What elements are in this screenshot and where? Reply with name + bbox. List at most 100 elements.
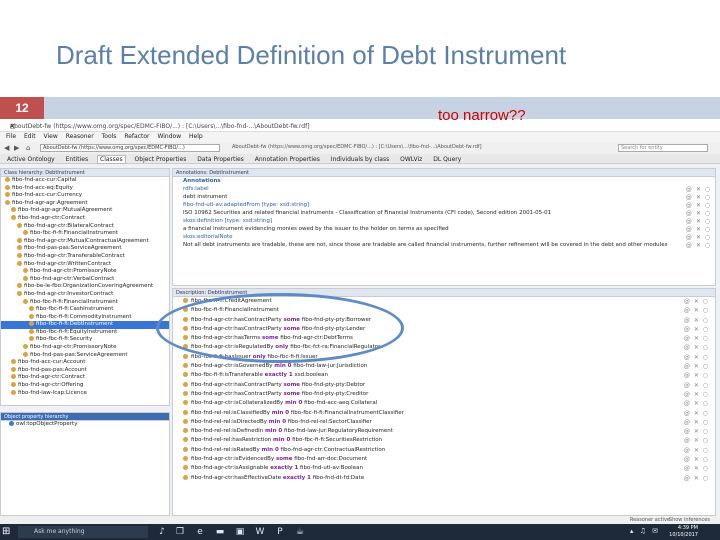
tab-entities[interactable]: Entities [64, 156, 90, 163]
edit-icons[interactable]: @ ✕ ○ [684, 427, 709, 436]
edit-icons[interactable]: @ ✕ ○ [684, 371, 709, 380]
axiom-row[interactable]: fibo-fnd-agr-ctr:isAssignable exactly 1 … [173, 464, 715, 473]
tab-annotation-properties[interactable]: Annotation Properties [253, 156, 322, 163]
tree-item[interactable]: fibo-fnd-agr-ctr:WrittenContract [1, 260, 169, 269]
task-view-icon[interactable]: ❐ [174, 526, 186, 538]
menu-tools[interactable]: Tools [102, 133, 117, 140]
edit-icons[interactable]: @ ✕ ○ [684, 362, 709, 371]
menu-reasoner[interactable]: Reasoner [66, 133, 94, 140]
tree-item[interactable]: fibo-fnd-pas-pas:ServiceAgreement [1, 245, 169, 253]
edit-icons[interactable]: @ ✕ ○ [686, 202, 711, 209]
tab-classes[interactable]: Classes [97, 155, 126, 164]
word-icon[interactable]: W [254, 526, 266, 538]
edit-icons[interactable]: @ ✕ ○ [684, 418, 709, 427]
axiom-row[interactable]: fibo-fbc-fi-fi:isTransferable exactly 1 … [173, 371, 715, 380]
axiom-row[interactable]: fibo-fnd-agr-ctr:hasContractParty some f… [173, 390, 715, 399]
axiom-row[interactable]: fibo-fnd-rel-rel:isDirectedBy min 0 fibo… [173, 418, 715, 427]
close-icon[interactable]: ✕ [10, 123, 712, 130]
powerpoint-icon[interactable]: P [274, 526, 286, 538]
windows-start-icon[interactable]: ⊞ [2, 526, 14, 538]
edit-icons[interactable]: @ ✕ ○ [684, 306, 709, 315]
tree-item[interactable]: fibo-fnd-agr-ctr:PromissoryNote [1, 268, 169, 276]
back-icon[interactable]: ◀ [4, 144, 12, 152]
tab-dl-query[interactable]: DL Query [431, 156, 463, 163]
folder-icon[interactable]: ▬ [214, 526, 226, 538]
edit-icons[interactable]: @ ✕ ○ [684, 390, 709, 399]
menu-help[interactable]: Help [189, 133, 203, 140]
entity-search-input[interactable]: Search for entity [618, 144, 708, 152]
tree-item[interactable]: fibo-fnd-acc-eq:Equity [1, 184, 169, 193]
edit-icons[interactable]: @ ✕ ○ [684, 381, 709, 390]
tab-object-properties[interactable]: Object Properties [133, 156, 189, 163]
edit-icons[interactable]: @ ✕ ○ [686, 242, 711, 249]
axiom-row[interactable]: fibo-fnd-agr-ctr:hasEffectiveDate exactl… [173, 474, 715, 483]
tree-item[interactable]: fibo-fnd-agr-ctr:InvestorContract [1, 290, 169, 299]
java-icon[interactable]: ☕ [294, 526, 306, 538]
edit-icons[interactable]: @ ✕ ○ [684, 325, 709, 334]
axiom-row[interactable]: fibo-fnd-agr-ctr:isGovernedBy min 0 fibo… [173, 362, 715, 371]
axiom-row[interactable]: fibo-fnd-rel-rel:isClassifiedBy min 0 fi… [173, 409, 715, 418]
tree-item[interactable]: fibo-be-le-fbo:OrganizationCoveringAgree… [1, 283, 169, 291]
tree-item[interactable]: owl:topObjectProperty [1, 421, 169, 429]
edit-icons[interactable]: @ ✕ ○ [684, 464, 709, 473]
edit-icons[interactable]: @ ✕ ○ [686, 234, 711, 241]
edit-icons[interactable]: @ ✕ ○ [686, 186, 711, 193]
edit-icons[interactable]: @ ✕ ○ [686, 226, 711, 233]
forward-icon[interactable]: ▶ [14, 144, 22, 152]
tree-item[interactable]: fibo-fnd-agr-ctr:PromissoryNote [1, 344, 169, 352]
menu-view[interactable]: View [44, 133, 58, 140]
show-inferences-toggle[interactable]: Show inferences [669, 516, 710, 524]
tree-item[interactable]: fibo-fbc-fi-fi:EquityInstrument [1, 328, 169, 337]
axiom-row[interactable]: fibo-fnd-agr-ctr:hasContractParty some f… [173, 381, 715, 390]
tree-item[interactable]: fibo-fnd-acc-cur:Currency [1, 192, 169, 200]
home-icon[interactable]: ⌂ [26, 144, 34, 152]
tree-item[interactable]: fibo-fnd-agr-ctr:VerbalContract [1, 275, 169, 284]
menu-file[interactable]: File [6, 133, 16, 140]
tree-item[interactable]: fibo-fnd-pas-pas:Account [1, 366, 169, 375]
axiom-row[interactable]: fibo-fnd-agr-ctr:isCollateralizedBy min … [173, 399, 715, 408]
menu-window[interactable]: Window [157, 133, 181, 140]
tree-item[interactable]: fibo-fnd-agr-ctr:Contract [1, 374, 169, 382]
tree-item[interactable]: fibo-fnd-agr-ctr:TransferableContract [1, 252, 169, 261]
tree-item[interactable]: fibo-fnd-acc-cur:Capital [1, 177, 169, 185]
menu-edit[interactable]: Edit [24, 133, 36, 140]
tree-item[interactable]: fibo-fbc-fi-fi:CashInstrument [1, 306, 169, 314]
tree-item[interactable]: fibo-fnd-pas-pas:ServiceAgreement [1, 351, 169, 360]
edit-icons[interactable]: @ ✕ ○ [684, 334, 709, 343]
tree-item[interactable]: fibo-fnd-agr-agr:Agreement [1, 199, 169, 208]
edit-icons[interactable]: @ ✕ ○ [684, 297, 709, 306]
edit-icons[interactable]: @ ✕ ○ [684, 409, 709, 418]
tree-item[interactable]: fibo-fbc-fi-fi:FinancialInstrument [1, 230, 169, 238]
edit-icons[interactable]: @ ✕ ○ [684, 399, 709, 408]
microphone-icon[interactable]: ♪ [156, 526, 168, 538]
tree-item[interactable]: fibo-fnd-agr-agr:MutualAgreement [1, 207, 169, 215]
edit-icons[interactable]: @ ✕ ○ [686, 218, 711, 225]
tree-item[interactable]: fibo-fbc-fi-fi:DebtInstrument [1, 321, 169, 329]
tree-item[interactable]: fibo-fnd-law-lcap:Licence [1, 389, 169, 398]
taskbar-search[interactable]: Ask me anything [18, 526, 148, 538]
tree-item[interactable]: fibo-fbc-fi-fi:CommodityInstrument [1, 313, 169, 322]
tab-data-properties[interactable]: Data Properties [195, 156, 246, 163]
store-icon[interactable]: ▣ [234, 526, 246, 538]
tree-item[interactable]: fibo-fbc-fi-fi:Security [1, 336, 169, 344]
tree-item[interactable]: fibo-fbc-fi-fi:FinancialInstrument [1, 298, 169, 307]
axiom-row[interactable]: fibo-fnd-rel-rel:isRatedBy min 0 fibo-fn… [173, 446, 715, 455]
axiom-row[interactable]: fibo-fnd-rel-rel:hasRestriction min 0 fi… [173, 436, 715, 445]
tree-item[interactable]: fibo-fnd-agr-ctr:Offering [1, 382, 169, 390]
edit-icons[interactable]: @ ✕ ○ [686, 194, 711, 201]
axiom-row[interactable]: fibo-fnd-agr-ctr:isEvidencedBy some fibo… [173, 455, 715, 464]
edit-icons[interactable]: @ ✕ ○ [684, 436, 709, 445]
tree-item[interactable]: fibo-fnd-acc-cur:Account [1, 359, 169, 367]
menu-refactor[interactable]: Refactor [124, 133, 149, 140]
tab-active-ontology[interactable]: Active Ontology [5, 156, 57, 163]
ontology-selector[interactable]: AboutDebt-fw (https://www.omg.org/spec/E… [40, 144, 220, 152]
edit-icons[interactable]: @ ✕ ○ [684, 353, 709, 362]
tree-item[interactable]: fibo-fnd-agr-ctr:MutualContractualAgreem… [1, 237, 169, 246]
taskbar-clock[interactable]: 4:39 PM 10/10/2017 [669, 525, 698, 539]
tab-owlviz[interactable]: OWLViz [398, 156, 424, 163]
tree-item[interactable]: fibo-fnd-agr-ctr:Contract [1, 214, 169, 223]
browser-icon[interactable]: e [194, 526, 206, 538]
edit-icons[interactable]: @ ✕ ○ [684, 474, 709, 483]
edit-icons[interactable]: @ ✕ ○ [684, 446, 709, 455]
tree-item[interactable]: fibo-fnd-agr-ctr:BilateralContract [1, 222, 169, 231]
